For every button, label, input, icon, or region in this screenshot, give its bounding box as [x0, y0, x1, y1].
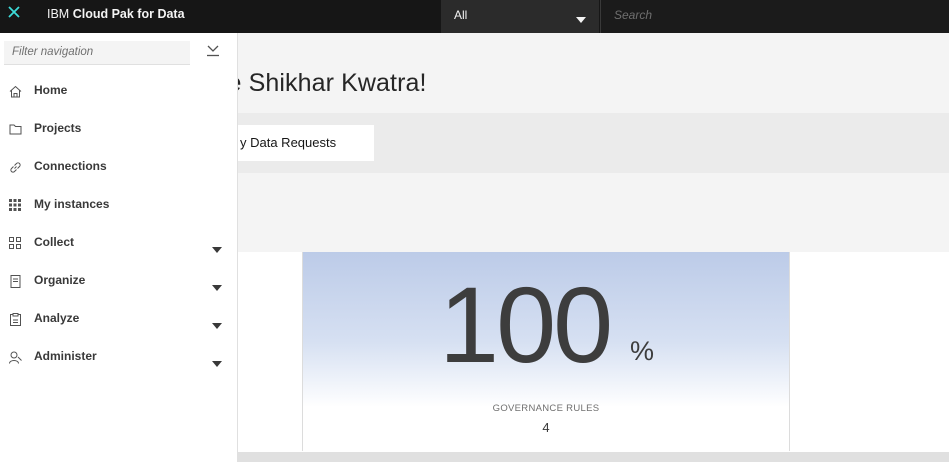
- stat-count: 4: [542, 420, 550, 435]
- nav-item-my-instances[interactable]: My instances: [0, 186, 237, 224]
- nav-label: Home: [34, 83, 68, 97]
- nav-item-collect[interactable]: Collect: [0, 224, 237, 262]
- filter-navigation-field[interactable]: [4, 41, 190, 65]
- stat-label: GOVERNANCE RULES: [492, 403, 600, 414]
- brand-name: Cloud Pak for Data: [72, 7, 185, 21]
- tab-label: y Data Requests: [240, 135, 337, 150]
- nav-label: Organize: [34, 273, 86, 287]
- nav-item-organize[interactable]: Organize: [0, 262, 237, 300]
- nav-label: Administer: [34, 349, 97, 363]
- caret-down-icon: [212, 278, 222, 291]
- nav-label: Collect: [34, 235, 75, 249]
- folder-icon: [8, 122, 22, 136]
- grid-icon: [8, 198, 22, 212]
- nav-item-connections[interactable]: Connections: [0, 148, 237, 186]
- user-admin-icon: [8, 350, 22, 364]
- divider: [180, 452, 949, 462]
- scope-dropdown[interactable]: All: [441, 0, 599, 33]
- side-navigation: Home Projects Connections My instances C…: [0, 33, 238, 462]
- caret-down-icon: [212, 240, 222, 253]
- collect-icon: [8, 236, 22, 250]
- governance-rules-card[interactable]: 100 % GOVERNANCE RULES 4: [302, 252, 790, 451]
- filter-navigation-input[interactable]: [4, 41, 188, 62]
- close-nav-button[interactable]: [0, 0, 28, 28]
- search-placeholder: Search: [614, 8, 653, 22]
- nav-label: My instances: [34, 197, 110, 211]
- top-header: IBM Cloud Pak for Data All Search: [0, 0, 949, 33]
- scope-value: All: [454, 8, 468, 22]
- caret-down-icon: [576, 12, 586, 26]
- collapse-all-icon: [206, 44, 220, 62]
- caret-down-icon: [212, 354, 222, 367]
- clipboard-icon: [8, 312, 22, 326]
- home-icon: [8, 84, 22, 98]
- stat-value: 100: [439, 264, 613, 385]
- link-icon: [8, 160, 22, 174]
- nav-item-analyze[interactable]: Analyze: [0, 300, 237, 338]
- nav-item-administer[interactable]: Administer: [0, 338, 237, 376]
- nav-label: Connections: [34, 159, 107, 173]
- catalog-icon: [8, 274, 22, 288]
- caret-down-icon: [212, 316, 222, 329]
- nav-label: Analyze: [34, 311, 80, 325]
- brand-prefix: IBM: [47, 7, 70, 21]
- nav-label: Projects: [34, 121, 82, 135]
- search-field[interactable]: Search: [600, 0, 949, 33]
- nav-item-home[interactable]: Home: [0, 72, 237, 110]
- close-icon: [8, 5, 20, 23]
- collapse-all-button[interactable]: [204, 45, 222, 61]
- product-name[interactable]: IBM Cloud Pak for Data: [47, 6, 185, 22]
- nav-item-projects[interactable]: Projects: [0, 110, 237, 148]
- stat-unit: %: [630, 336, 655, 366]
